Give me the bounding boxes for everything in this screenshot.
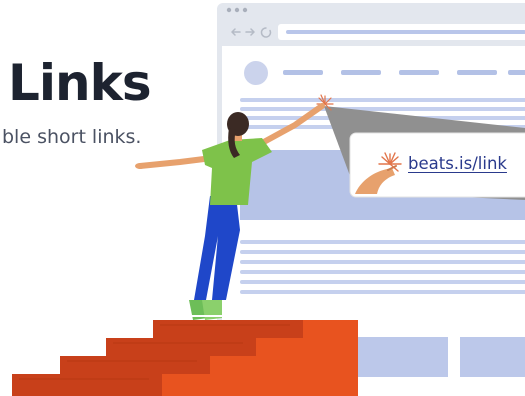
short-link[interactable]: beats.is/link	[408, 154, 507, 173]
page-headline: Links	[8, 54, 152, 112]
page-subheadline: ble short links.	[2, 126, 142, 148]
card	[358, 337, 448, 377]
avatar	[244, 61, 268, 85]
card	[460, 337, 525, 377]
stairs	[12, 320, 358, 396]
window-dots	[226, 7, 248, 13]
address-bar[interactable]	[278, 24, 525, 40]
